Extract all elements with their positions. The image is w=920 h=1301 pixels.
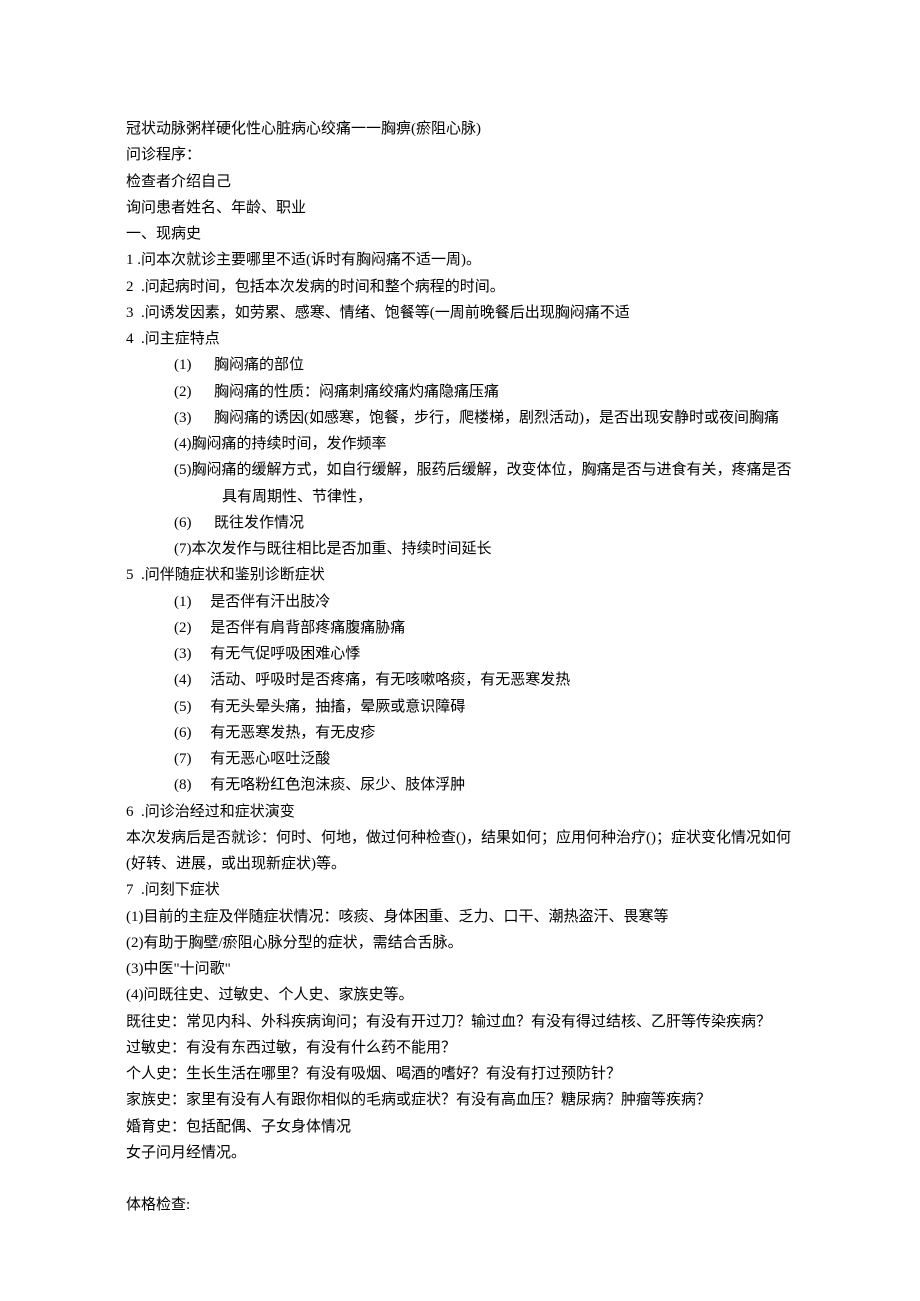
q4-2: (2) 胸闷痛的性质：闷痛刺痛绞痛灼痛隐痛压痛 (174, 379, 798, 405)
history-menses: 女子问月经情况。 (126, 1140, 798, 1166)
q7-3: (3)中医"十问歌" (126, 956, 798, 982)
q5-5: (5) 有无头晕头痛，抽搐，晕厥或意识障碍 (174, 694, 798, 720)
section-1-title: 一、现病史 (126, 221, 798, 247)
q2: 2 .问起病时间，包括本次发病的时间和整个病程的时间。 (126, 274, 798, 300)
history-marriage: 婚育史：包括配偶、子女身体情况 (126, 1114, 798, 1140)
intro-self: 检查者介绍自己 (126, 169, 798, 195)
q5-1: (1) 是否伴有汗出肢冷 (174, 589, 798, 615)
q4-5: (5)胸闷痛的缓解方式，如自行缓解，服药后缓解，改变体位，胸痛是否与进食有关，疼… (174, 457, 798, 510)
ask-patient-info: 询问患者姓名、年龄、职业 (126, 195, 798, 221)
q7-4: (4)问既往史、过敏史、个人史、家族史等。 (126, 982, 798, 1008)
q7-2: (2)有助于胸壁/瘀阻心脉分型的症状，需结合舌脉。 (126, 930, 798, 956)
q4: 4 .问主症特点 (126, 326, 798, 352)
q4-4: (4)胸闷痛的持续时间，发作频率 (174, 431, 798, 457)
blank-line (126, 1166, 798, 1192)
q1: 1 .问本次就诊主要哪里不适(诉时有胸闷痛不适一周)。 (126, 247, 798, 273)
procedure-label: 问诊程序： (126, 142, 798, 168)
q5-8: (8) 有无咯粉红色泡沫痰、尿少、肢体浮肿 (174, 772, 798, 798)
history-family: 家族史：家里有没有人有跟你相似的毛病或症状？有没有高血压？糖尿病？肿瘤等疾病？ (126, 1087, 798, 1113)
doc-title: 冠状动脉粥样硬化性心脏病心绞痛一一胸痹(瘀阻心脉) (126, 116, 798, 142)
q4-3: (3) 胸闷痛的诱因(如感寒，饱餐，步行，爬楼梯，剧烈活动)，是否出现安静时或夜… (174, 405, 798, 431)
q7-1: (1)目前的主症及伴随症状情况：咳痰、身体困重、乏力、口干、潮热盗汗、畏寒等 (126, 904, 798, 930)
q6-body: 本次发病后是否就诊：何时、何地，做过何种检查()，结果如何；应用何种治疗()；症… (126, 825, 798, 878)
q4-7: (7)本次发作与既往相比是否加重、持续时间延长 (174, 536, 798, 562)
q5-7: (7) 有无恶心呕吐泛酸 (174, 746, 798, 772)
q5-6: (6) 有无恶寒发热，有无皮疹 (174, 720, 798, 746)
physical-exam-label: 体格检查: (126, 1192, 798, 1218)
q5-2: (2) 是否伴有肩背部疼痛腹痛胁痛 (174, 615, 798, 641)
q6: 6 .问诊治经过和症状演变 (126, 799, 798, 825)
q4-6: (6) 既往发作情况 (174, 510, 798, 536)
q5: 5 .问伴随症状和鉴别诊断症状 (126, 562, 798, 588)
q7: 7 .问刻下症状 (126, 877, 798, 903)
history-allergy: 过敏史：有没有东西过敏，有没有什么药不能用？ (126, 1035, 798, 1061)
history-personal: 个人史：生长生活在哪里？有没有吸烟、喝酒的嗜好？有没有打过预防针？ (126, 1061, 798, 1087)
history-past: 既往史：常见内科、外科疾病询问；有没有开过刀？输过血？有没有得过结核、乙肝等传染… (126, 1009, 798, 1035)
q5-3: (3) 有无气促呼吸困难心悸 (174, 641, 798, 667)
q3: 3 .问诱发因素，如劳累、感寒、情绪、饱餐等(一周前晚餐后出现胸闷痛不适 (126, 300, 798, 326)
q4-1: (1) 胸闷痛的部位 (174, 352, 798, 378)
q5-4: (4) 活动、呼吸时是否疼痛，有无咳嗽咯痰，有无恶寒发热 (174, 667, 798, 693)
